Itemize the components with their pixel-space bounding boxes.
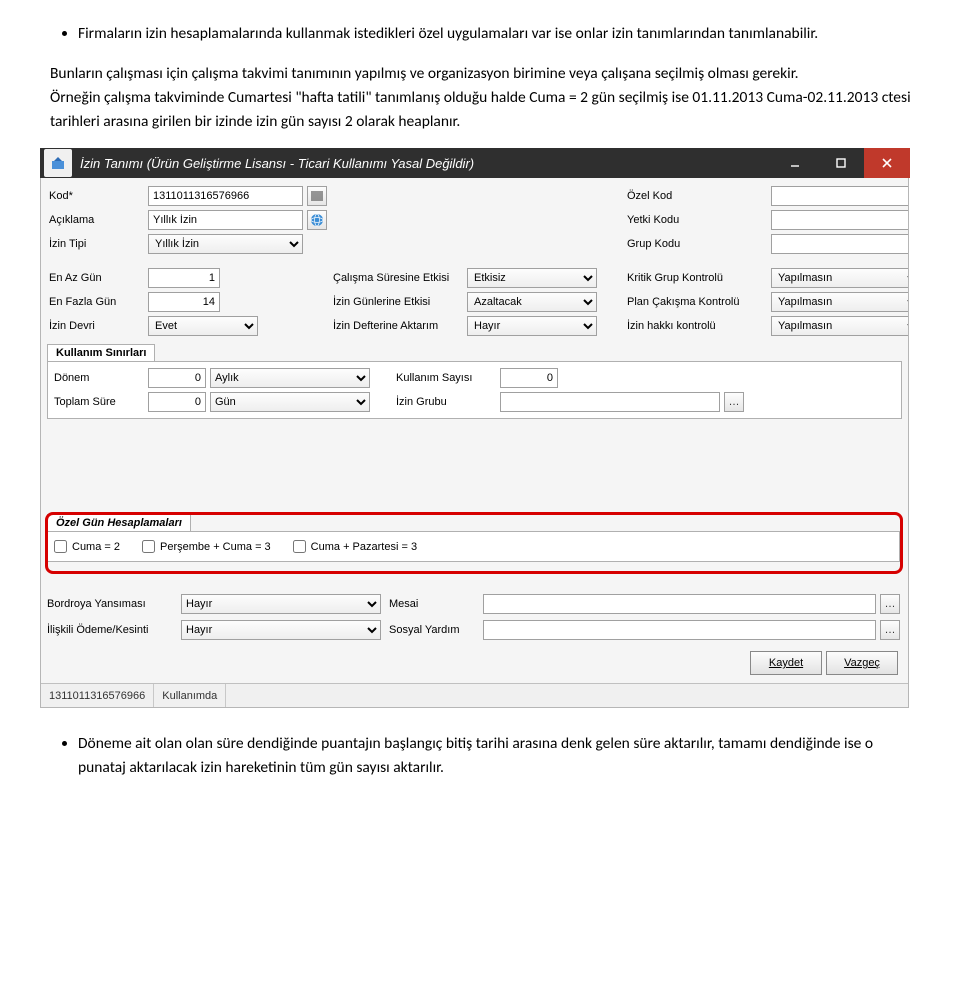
izin-defteri-aktarim-select[interactable]: Hayır bbox=[467, 316, 597, 336]
donem-label: Dönem bbox=[54, 372, 144, 384]
en-az-gun-label: En Az Gün bbox=[49, 272, 144, 284]
status-bar: 1311011316576966 Kullanımda bbox=[41, 683, 908, 707]
barcode-icon[interactable] bbox=[307, 186, 327, 206]
aciklama-label: Açıklama bbox=[49, 214, 144, 226]
izin-gunleri-etkisi-select[interactable]: Azaltacak bbox=[467, 292, 597, 312]
donem-unit-select[interactable]: Aylık bbox=[210, 368, 370, 388]
toplam-sure-unit-select[interactable]: Gün bbox=[210, 392, 370, 412]
izin-hakki-kontrol-label: İzin hakkı kontrolü bbox=[627, 320, 767, 332]
app-icon bbox=[44, 149, 72, 177]
window-maximize-button[interactable] bbox=[818, 148, 864, 178]
kod-label: Kod* bbox=[49, 190, 144, 202]
en-fazla-gun-input[interactable] bbox=[148, 292, 220, 312]
mesai-browse-button[interactable] bbox=[880, 594, 900, 614]
cuma-pazartesi-3-checkbox[interactable]: Cuma + Pazartesi = 3 bbox=[293, 540, 417, 553]
iliskili-odeme-kesinti-select[interactable]: Hayır bbox=[181, 620, 381, 640]
mesai-label: Mesai bbox=[389, 598, 479, 610]
izin-grubu-label: İzin Grubu bbox=[396, 396, 496, 408]
en-az-gun-input[interactable] bbox=[148, 268, 220, 288]
persembe-cuma-3-checkbox[interactable]: Perşembe + Cuma = 3 bbox=[142, 540, 271, 553]
en-fazla-gun-label: En Fazla Gün bbox=[49, 296, 144, 308]
persembe-cuma-3-checkbox-label: Perşembe + Cuma = 3 bbox=[160, 541, 271, 553]
plan-cakisma-label: Plan Çakışma Kontrolü bbox=[627, 296, 767, 308]
grup-kodu-input[interactable] bbox=[771, 234, 909, 254]
toplam-sure-number-input[interactable] bbox=[148, 392, 206, 412]
aciklama-input[interactable] bbox=[148, 210, 303, 230]
kullanim-sayisi-label: Kullanım Sayısı bbox=[396, 372, 496, 384]
izin-gunleri-etkisi-label: İzin Günlerine Etkisi bbox=[333, 296, 463, 308]
vazgec-button[interactable]: Vazgeç bbox=[826, 651, 898, 675]
kritik-grup-kontrol-select[interactable]: Yapılmasın bbox=[771, 268, 909, 288]
kullanim-sinirlari-section: Dönem Aylık Kullanım Sayısı Toplam Süre … bbox=[47, 361, 902, 419]
izin-grubu-input[interactable] bbox=[500, 392, 720, 412]
sosyal-yardim-browse-button[interactable] bbox=[880, 620, 900, 640]
window-titlebar: İzin Tanımı (Ürün Geliştirme Lisansı - T… bbox=[40, 148, 910, 178]
window-minimize-button[interactable] bbox=[772, 148, 818, 178]
izin-tipi-label: İzin Tipi bbox=[49, 238, 144, 250]
calisma-suresi-etkisi-label: Çalışma Süresine Etkisi bbox=[333, 272, 463, 284]
cuma-pazartesi-3-checkbox-label: Cuma + Pazartesi = 3 bbox=[311, 541, 417, 553]
cuma-2-checkbox[interactable]: Cuma = 2 bbox=[54, 540, 120, 553]
izin-hakki-kontrol-select[interactable]: Yapılmasın bbox=[771, 316, 909, 336]
status-state: Kullanımda bbox=[154, 684, 226, 707]
donem-number-input[interactable] bbox=[148, 368, 206, 388]
bordroya-yansimasi-select[interactable]: Hayır bbox=[181, 594, 381, 614]
izin-tipi-select[interactable]: Yıllık İzin bbox=[148, 234, 303, 254]
mesai-input[interactable] bbox=[483, 594, 876, 614]
window-title: İzin Tanımı (Ürün Geliştirme Lisansı - T… bbox=[74, 156, 772, 171]
kaydet-button[interactable]: Kaydet bbox=[750, 651, 822, 675]
globe-icon[interactable] bbox=[307, 210, 327, 230]
kullanim-sayisi-input[interactable] bbox=[500, 368, 558, 388]
izin-tanimi-window: İzin Tanımı (Ürün Geliştirme Lisansı - T… bbox=[40, 148, 910, 708]
doc-paragraph-2: Örneğin çalışma takviminde Cumartesi "ha… bbox=[50, 86, 920, 134]
kod-input[interactable] bbox=[148, 186, 303, 206]
kritik-grup-kontrol-label: Kritik Grup Kontrolü bbox=[627, 272, 767, 284]
ozel-kod-label: Özel Kod bbox=[627, 190, 767, 202]
cuma-2-checkbox-label: Cuma = 2 bbox=[72, 541, 120, 553]
doc-bullet-2: Döneme ait olan olan süre dendiğinde pua… bbox=[78, 734, 873, 777]
ozel-kod-input[interactable] bbox=[771, 186, 909, 206]
doc-bullet-1: Firmaların izin hesaplamalarında kullanm… bbox=[78, 24, 818, 43]
cuma-2-checkbox-input[interactable] bbox=[54, 540, 67, 553]
sosyal-yardim-input[interactable] bbox=[483, 620, 876, 640]
izin-devri-label: İzin Devri bbox=[49, 320, 144, 332]
izin-devri-select[interactable]: Evet bbox=[148, 316, 258, 336]
calisma-suresi-etkisi-select[interactable]: Etkisiz bbox=[467, 268, 597, 288]
bordroya-yansimasi-label: Bordroya Yansıması bbox=[47, 598, 177, 610]
ozel-gun-hesaplamalari-tab: Özel Gün Hesaplamaları bbox=[47, 514, 191, 531]
persembe-cuma-3-checkbox-input[interactable] bbox=[142, 540, 155, 553]
yetki-kodu-label: Yetki Kodu bbox=[627, 214, 767, 226]
grup-kodu-label: Grup Kodu bbox=[627, 238, 767, 250]
ozel-gun-hesaplamalari-section: Özel Gün Hesaplamaları Cuma = 2 Perşembe… bbox=[47, 514, 900, 562]
toplam-sure-label: Toplam Süre bbox=[54, 396, 144, 408]
izin-defteri-aktarim-label: İzin Defterine Aktarım bbox=[333, 320, 463, 332]
status-code: 1311011316576966 bbox=[41, 684, 154, 707]
yetki-kodu-input[interactable] bbox=[771, 210, 909, 230]
kullanim-sinirlari-tab: Kullanım Sınırları bbox=[47, 344, 155, 361]
cuma-pazartesi-3-checkbox-input[interactable] bbox=[293, 540, 306, 553]
window-close-button[interactable] bbox=[864, 148, 910, 178]
iliskili-odeme-kesinti-label: İlişkili Ödeme/Kesinti bbox=[47, 624, 177, 636]
plan-cakisma-select[interactable]: Yapılmasın bbox=[771, 292, 909, 312]
sosyal-yardim-label: Sosyal Yardım bbox=[389, 624, 479, 636]
izin-grubu-browse-button[interactable] bbox=[724, 392, 744, 412]
doc-paragraph-1: Bunların çalışması için çalışma takvimi … bbox=[50, 62, 920, 86]
